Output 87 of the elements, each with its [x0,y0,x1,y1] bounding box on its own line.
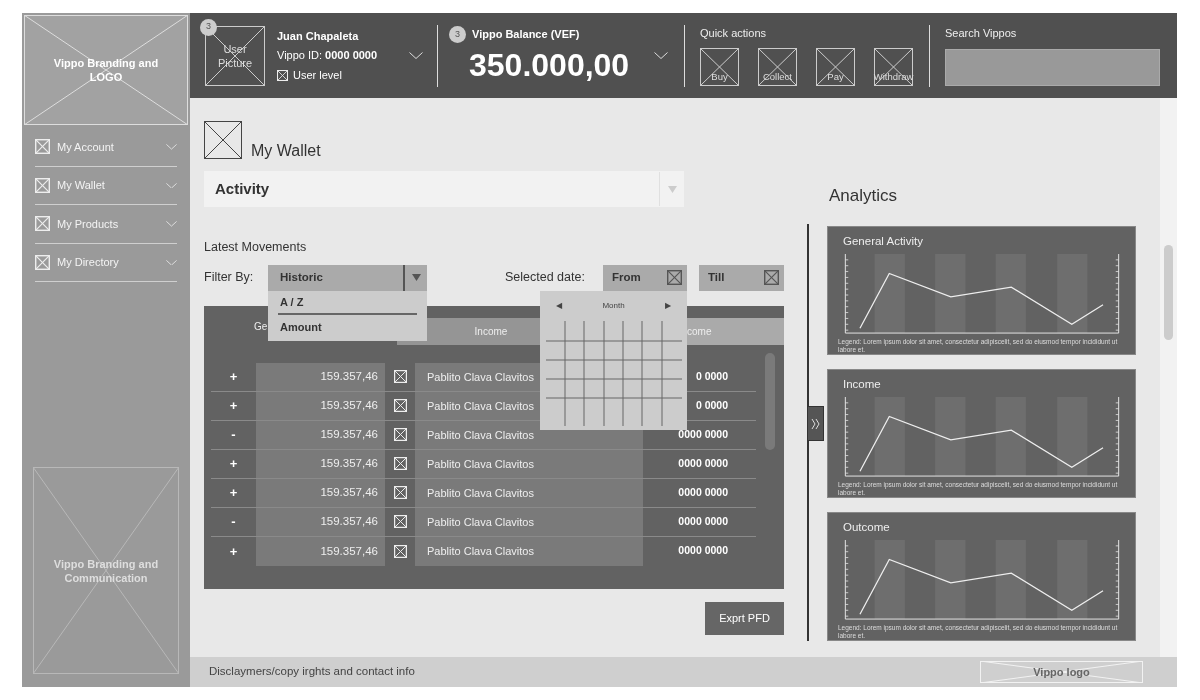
amount-cell: 159.357,46 [256,391,385,420]
sign-cell-text: + [228,368,239,386]
x-box-icon [35,139,50,155]
x-box-icon [393,399,407,413]
section-title: Latest Movements [204,239,308,256]
balance-amount: 350.000,00 [469,46,630,85]
x-box-icon [35,177,50,193]
chevron-down-icon [409,52,423,59]
placeholder-label: Vippo Branding and LOGO [52,56,160,84]
footer-text: Disclaymers/copy irghts and contact info [209,664,416,680]
chart-title: Income [843,377,881,392]
double-chevron-icon [811,417,820,430]
search-field[interactable] [945,49,1160,87]
amount-cell: 159.357,46 [256,420,385,449]
user-id: Vippo ID: 0000 0000 [277,48,379,64]
scrollbar-thumb[interactable] [1164,245,1173,340]
month-label: Month [602,299,625,312]
x-box-icon [393,370,407,384]
filter-label: Filter By: [204,269,255,287]
sign-cell-text: - [230,513,237,531]
user-level: User level [293,67,342,83]
amount-cell: 159.357,46 [256,507,385,536]
avatar-placeholder [205,25,265,86]
name-cell: Pablito Clava Clavitos [415,536,643,566]
x-box-icon [277,69,288,81]
name-cell: Pablito Clava Clavitos [415,449,643,478]
chevron-down-icon [166,221,177,227]
section-title: Quick actions [700,26,768,42]
collapse-handle[interactable] [807,406,824,441]
chevron-down-icon [166,144,177,150]
chart-title: Outcome [843,520,890,535]
chevron-down-icon [654,52,668,59]
user-name: Juan Chapaleta [277,28,360,44]
x-box-icon [35,216,50,232]
id-cell-text: 0 0000 [694,368,729,384]
sign-cell-text: + [228,455,239,473]
sign-cell-text: - [230,426,237,444]
action-button[interactable]: Pay [816,47,855,86]
id-cell-text: 0000 0000 [677,455,729,471]
balance-title: Vippo Balance (VEF) [472,27,580,43]
column-header: Ge [254,320,268,332]
name-cell: Pablito Clava Clavitos [415,507,643,536]
name-cell: Pablito Clava Clavitos [415,478,643,507]
id-cell-text: 0000 0000 [677,543,729,559]
scrollbar[interactable] [765,352,775,450]
placeholder-label: Vippo logo [1033,664,1090,680]
x-box-icon [35,254,50,270]
next-month-button[interactable]: ▶ [665,299,671,312]
date-label: Selected date: [505,269,586,287]
caret-down-icon [411,274,421,282]
x-box-icon [667,270,682,286]
x-box-icon [393,457,407,471]
sign-cell-text: + [228,542,239,561]
filter-select[interactable]: Historic [268,264,427,291]
export-button[interactable]: Exprt PFD [705,601,784,635]
x-box-icon [393,544,407,558]
id-cell-text: 0000 0000 [677,484,729,500]
till-date-button[interactable]: Till [699,264,784,291]
action-button[interactable]: Buy [700,47,739,86]
x-box-icon [393,486,407,500]
chevron-down-icon [166,182,177,188]
sign-cell-text: + [228,397,239,415]
amount-cell: 159.357,46 [256,478,385,507]
chevron-down-icon [166,259,177,265]
x-box-icon [764,270,779,286]
chart-title: General Activity [843,234,923,249]
x-box-icon [393,515,407,529]
amount-cell: 159.357,46 [256,536,385,566]
id-cell-text: 0000 0000 [677,513,729,529]
page-title: My Wallet [251,141,321,161]
id-cell-text: 0 0000 [694,397,729,413]
amount-cell: 159.357,46 [256,362,385,391]
sign-cell-text: + [228,484,239,502]
previous-month-button[interactable]: ◀ [556,299,562,312]
x-box-icon [393,428,407,442]
caret-down-icon [667,185,677,193]
menu-option[interactable]: A / Z [278,290,417,315]
id-cell-text: 0000 0000 [677,426,729,442]
image-placeholder [204,121,242,159]
placeholder-label: Vippo Branding and Communication [52,556,160,585]
search-title: Search Vippos [945,25,1018,41]
amount-cell: 159.357,46 [256,449,385,478]
analytics-title: Analytics [829,185,899,207]
count-badge: 3 [200,18,217,36]
count-badge: 3 [449,26,466,43]
from-date-button[interactable]: From [603,264,687,291]
view-select[interactable]: Activity [204,171,684,207]
